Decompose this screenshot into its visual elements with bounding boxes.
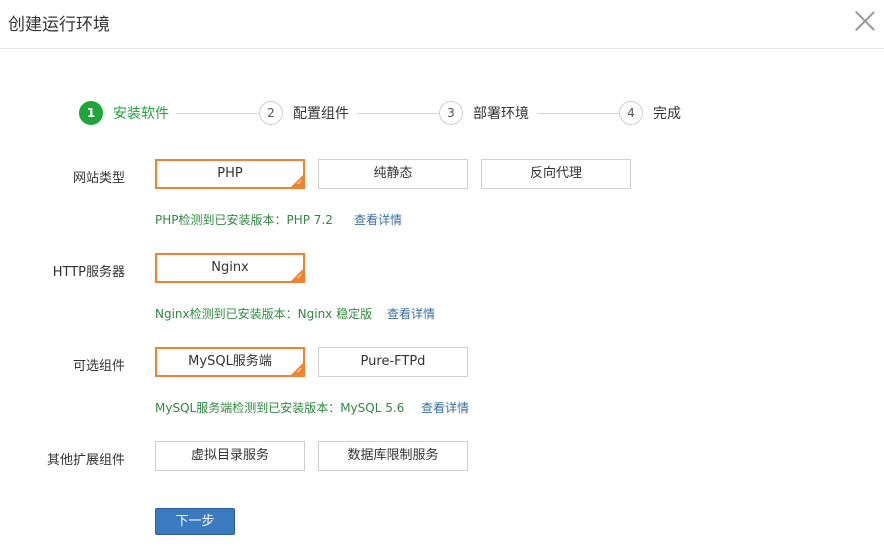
- option-label: Nginx: [211, 260, 249, 275]
- check-icon: ✓: [296, 272, 303, 281]
- option-database-limit[interactable]: 数据库限制服务: [318, 441, 468, 471]
- next-step-button[interactable]: 下一步: [155, 508, 235, 535]
- step-configure-components: 2 配置组件: [259, 100, 349, 126]
- option-label: 数据库限制服务: [347, 448, 439, 463]
- option-label: 纯静态: [373, 166, 413, 181]
- step-label: 配置组件: [293, 106, 349, 122]
- step-number: 2: [259, 101, 283, 125]
- nginx-version-info: Nginx检测到已安装版本：Nginx 稳定版: [155, 307, 373, 321]
- optional-components-label: 可选组件: [72, 359, 125, 374]
- check-icon: ✓: [296, 366, 303, 375]
- mysql-details-link[interactable]: 查看详情: [421, 399, 469, 416]
- dialog-title: 创建运行环境: [8, 15, 110, 35]
- check-icon: ✓: [296, 178, 303, 187]
- dialog-header: 创建运行环境: [0, 0, 884, 49]
- option-virtual-directory[interactable]: 虚拟目录服务: [155, 441, 305, 471]
- step-number: 3: [439, 101, 463, 125]
- option-label: 反向代理: [529, 166, 582, 181]
- step-label: 完成: [653, 106, 681, 122]
- option-php[interactable]: PHP ✓: [155, 159, 305, 189]
- close-icon[interactable]: [852, 8, 878, 34]
- option-static[interactable]: 纯静态: [318, 159, 468, 189]
- option-label: Pure-FTPd: [360, 354, 426, 369]
- website-type-label: 网站类型: [72, 171, 125, 186]
- step-complete: 4 完成: [619, 100, 681, 126]
- step-label: 部署环境: [473, 106, 529, 122]
- http-server-label: HTTP服务器: [52, 265, 125, 280]
- step-connector: [357, 113, 439, 114]
- option-nginx[interactable]: Nginx ✓: [155, 253, 305, 283]
- option-label: MySQL服务端: [188, 354, 272, 369]
- option-reverse-proxy[interactable]: 反向代理: [481, 159, 631, 189]
- step-number: 1: [79, 101, 103, 125]
- option-pure-ftpd[interactable]: Pure-FTPd: [318, 347, 468, 377]
- nginx-details-link[interactable]: 查看详情: [387, 305, 435, 322]
- step-number: 4: [619, 101, 643, 125]
- option-label: 虚拟目录服务: [190, 448, 269, 463]
- option-label: PHP: [217, 166, 243, 181]
- step-connector: [176, 113, 258, 114]
- mysql-version-info: MySQL服务端检测到已安装版本：MySQL 5.6: [155, 401, 405, 415]
- php-details-link[interactable]: 查看详情: [354, 211, 402, 228]
- php-version-info: PHP检测到已安装版本：PHP 7.2: [155, 213, 333, 227]
- other-extensions-label: 其他扩展组件: [46, 453, 125, 468]
- step-install-software: 1 安装软件: [79, 100, 169, 126]
- option-mysql-server[interactable]: MySQL服务端 ✓: [155, 347, 305, 377]
- step-deploy-environment: 3 部署环境: [439, 100, 529, 126]
- step-label: 安装软件: [113, 106, 169, 122]
- step-connector: [537, 113, 619, 114]
